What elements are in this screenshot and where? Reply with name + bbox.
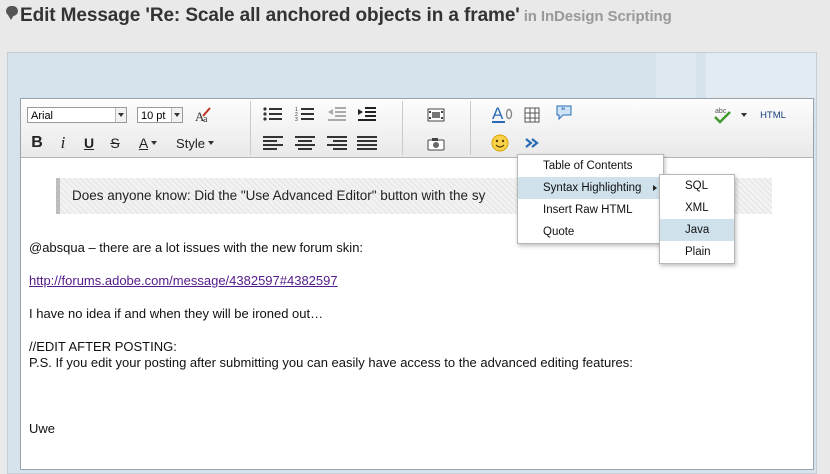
align-center-button[interactable] (293, 135, 317, 151)
smiley-icon (491, 134, 509, 152)
style-dropdown[interactable]: Style (171, 133, 219, 153)
submenu-item-plain[interactable]: Plain (660, 241, 734, 263)
insert-image-button[interactable] (425, 135, 447, 153)
clear-formatting-button[interactable]: Aa (193, 105, 213, 125)
camera-icon (427, 138, 445, 151)
numbered-list-icon: 123 (295, 107, 314, 122)
underline-button[interactable]: U (79, 133, 99, 153)
submenu-item-xml[interactable]: XML (660, 197, 734, 219)
insert-media-button[interactable] (425, 106, 447, 124)
rich-text-editor: Arial 10 pt Aa B i U S A Style 123 A " a… (20, 98, 814, 470)
menu-item-syntax-highlighting[interactable]: Syntax Highlighting (518, 177, 663, 199)
outdent-button[interactable] (325, 105, 349, 123)
paragraph: @absqua – there are a lot issues with th… (29, 240, 364, 255)
page-title-text: Edit Message 'Re: Scale all anchored obj… (20, 5, 520, 26)
submenu-item-sql[interactable]: SQL (660, 175, 734, 197)
more-options-button[interactable] (521, 133, 543, 153)
table-icon (524, 107, 540, 123)
chevron-down-icon (207, 141, 214, 145)
svg-text:3: 3 (295, 117, 298, 122)
link-icon: A (492, 104, 513, 123)
justify-icon (357, 136, 377, 150)
svg-text:A: A (492, 104, 504, 123)
spellcheck-button[interactable]: abc (711, 105, 747, 125)
quote-icon: " (556, 105, 572, 121)
align-center-icon (295, 136, 315, 150)
space-label[interactable]: in InDesign Scripting (524, 8, 672, 25)
panel-highlight (656, 53, 696, 98)
align-right-button[interactable] (325, 135, 349, 151)
toolbar-divider (470, 101, 471, 155)
chevron-down-icon (151, 141, 158, 145)
insert-quote-button[interactable]: " (553, 103, 575, 123)
font-size-select[interactable]: 10 pt (137, 107, 183, 123)
strikethrough-button[interactable]: S (105, 133, 125, 153)
insert-menu: Table of Contents Syntax Highlighting In… (517, 154, 664, 244)
spellcheck-icon: abc (713, 108, 731, 124)
bullet-list-icon (263, 107, 282, 121)
svg-text:": " (561, 106, 565, 116)
toolbar-divider (402, 101, 403, 155)
double-chevron-right-icon (525, 138, 539, 148)
editor-toolbar: Arial 10 pt Aa B i U S A Style 123 A " a… (21, 99, 813, 158)
paragraph: P.S. If you edit your posting after subm… (29, 355, 633, 370)
text-color-button[interactable]: A (133, 133, 163, 153)
speech-bubble-icon (6, 6, 18, 20)
bold-button[interactable]: B (27, 133, 47, 153)
insert-table-button[interactable] (521, 105, 543, 125)
emoticon-button[interactable] (489, 133, 511, 153)
film-icon (427, 108, 445, 122)
paragraph: //EDIT AFTER POSTING: (29, 339, 177, 354)
quote-text: Does anyone know: Did the "Use Advanced … (72, 188, 486, 203)
menu-item-table-of-contents[interactable]: Table of Contents (518, 155, 663, 177)
chevron-down-icon (115, 108, 126, 122)
submenu-item-java[interactable]: Java (660, 219, 734, 241)
style-label: Style (176, 135, 205, 151)
forum-link[interactable]: http://forums.adobe.com/message/4382597#… (29, 273, 338, 288)
signature: Uwe (29, 421, 56, 436)
paragraph-link: http://forums.adobe.com/message/4382597#… (29, 273, 338, 289)
numbered-list-button[interactable]: 123 (293, 105, 317, 123)
indent-button[interactable] (355, 105, 379, 123)
align-left-button[interactable] (261, 135, 285, 151)
menu-item-insert-raw-html[interactable]: Insert Raw HTML (518, 199, 663, 221)
justify-button[interactable] (355, 135, 379, 151)
chevron-down-icon (740, 113, 747, 117)
html-mode-button[interactable]: HTML (757, 107, 789, 123)
align-right-icon (327, 136, 347, 150)
align-left-icon (263, 136, 283, 150)
page-title: Edit Message 'Re: Scale all anchored obj… (20, 5, 672, 27)
toolbar-divider (250, 101, 251, 155)
bullet-list-button[interactable] (261, 105, 285, 123)
text-color-icon: A (138, 135, 149, 151)
svg-text:abc: abc (715, 108, 727, 115)
font-size-value: 10 pt (141, 110, 166, 122)
paragraph: I have no idea if and when they will be … (29, 306, 324, 321)
indent-icon (358, 107, 376, 121)
page-header: Edit Message 'Re: Scale all anchored obj… (0, 0, 830, 40)
clear-formatting-icon: Aa (195, 107, 211, 124)
font-family-select[interactable]: Arial (27, 107, 127, 123)
insert-link-button[interactable]: A (491, 104, 515, 124)
outdent-icon (328, 107, 346, 121)
menu-item-quote[interactable]: Quote (518, 221, 663, 243)
syntax-highlighting-submenu: SQL XML Java Plain (659, 174, 735, 264)
font-family-value: Arial (31, 110, 54, 122)
italic-button[interactable]: i (53, 133, 73, 153)
menu-item-label: Syntax Highlighting (543, 182, 642, 194)
chevron-right-icon (653, 185, 657, 191)
panel-highlight-right (706, 53, 816, 98)
chevron-down-icon (171, 108, 182, 122)
